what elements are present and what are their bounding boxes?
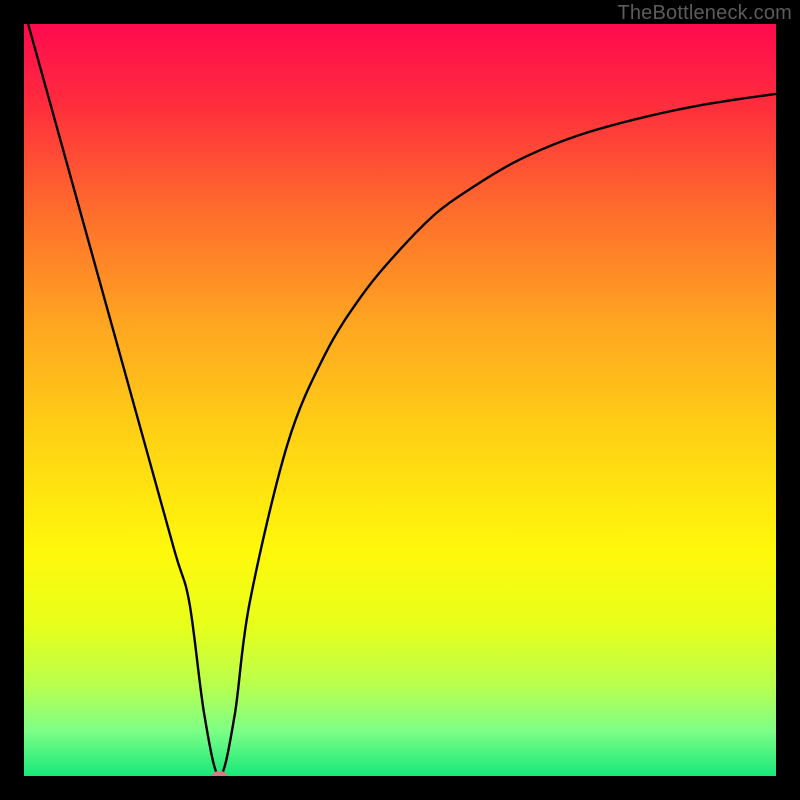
chart-frame: TheBottleneck.com: [0, 0, 800, 800]
chart-svg: [24, 24, 776, 776]
plot-area: [24, 24, 776, 776]
gradient-background: [24, 24, 776, 776]
watermark-text: TheBottleneck.com: [617, 2, 792, 25]
